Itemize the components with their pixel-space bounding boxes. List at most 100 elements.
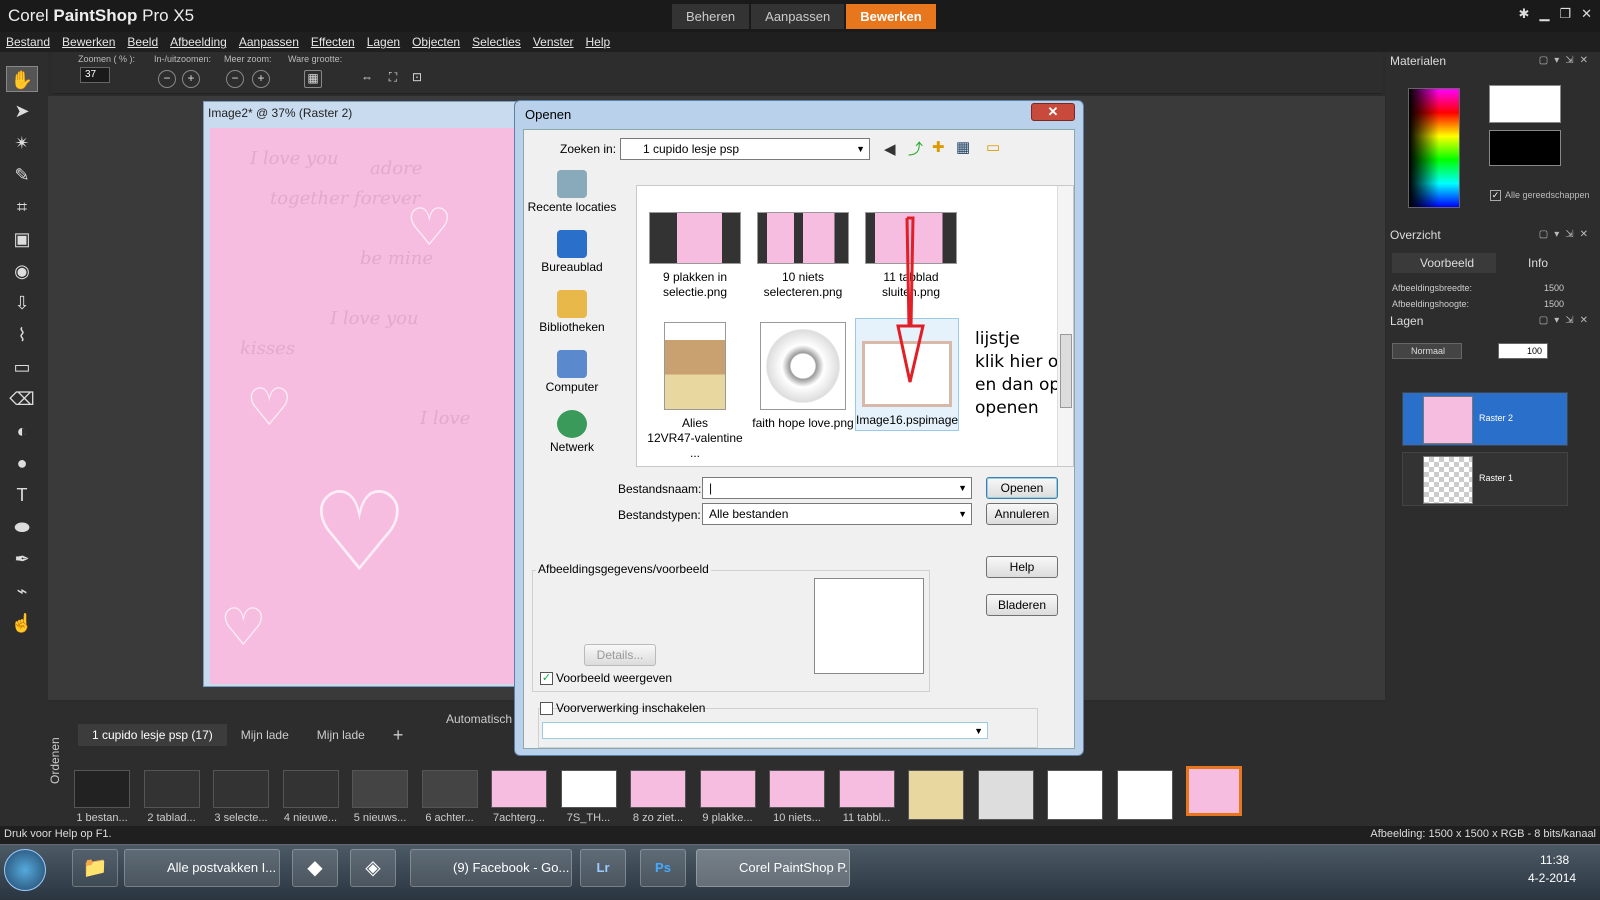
- fit-window-icon[interactable]: ⇔: [358, 70, 376, 88]
- new-folder-icon[interactable]: ✚: [932, 138, 945, 156]
- text-tool-icon[interactable]: T: [6, 482, 38, 508]
- file-list-scrollbar[interactable]: [1057, 186, 1073, 466]
- file-item[interactable]: 10 niets selecteren.png: [751, 212, 855, 300]
- browse-button[interactable]: Bladeren: [986, 594, 1058, 616]
- flood-fill-icon[interactable]: ◐: [6, 418, 38, 444]
- place-libraries[interactable]: Bibliotheken: [524, 290, 620, 334]
- red-eye-icon[interactable]: ◉: [6, 258, 38, 284]
- menu-venster[interactable]: Venster: [527, 32, 580, 52]
- foreground-swatch[interactable]: [1489, 85, 1561, 123]
- layer-row[interactable]: Raster 2: [1402, 392, 1568, 446]
- more-zoom-out-icon[interactable]: −: [226, 70, 244, 88]
- more-zoom-in-icon[interactable]: +: [252, 70, 270, 88]
- restore-icon[interactable]: ❐: [1559, 6, 1571, 22]
- place-recent[interactable]: Recente locaties: [524, 170, 620, 214]
- magic-wand-icon[interactable]: ✴: [6, 130, 38, 156]
- image-window[interactable]: Image2* @ 37% (Raster 2) I love you toge…: [203, 101, 525, 687]
- paint-brush-icon[interactable]: ⌇: [6, 322, 38, 348]
- organizer-thumbnail[interactable]: [1047, 770, 1103, 820]
- close-icon[interactable]: ✕: [1581, 6, 1592, 22]
- warp-brush-icon[interactable]: ⌁: [6, 578, 38, 604]
- menu-selecties[interactable]: Selecties: [466, 32, 527, 52]
- organizer-thumbnail[interactable]: [143, 770, 200, 808]
- pick-tool-icon[interactable]: ➤: [6, 98, 38, 124]
- dropper-icon[interactable]: ✎: [6, 162, 38, 188]
- taskbar-app-icon[interactable]: ◈: [350, 849, 396, 887]
- file-item[interactable]: 9 plakken in selectie.png: [643, 212, 747, 300]
- preset-shape-icon[interactable]: ⬬: [6, 514, 38, 540]
- menu-lagen[interactable]: Lagen: [361, 32, 406, 52]
- cancel-button[interactable]: Annuleren: [986, 503, 1058, 525]
- organizer-thumbnail[interactable]: [1186, 766, 1242, 816]
- taskbar-app-icon[interactable]: ◆: [292, 849, 338, 887]
- explorer-icon[interactable]: 📁: [72, 849, 118, 887]
- organizer-thumbnail[interactable]: [352, 770, 408, 808]
- back-icon[interactable]: ◀: [884, 140, 896, 158]
- place-network[interactable]: Netwerk: [524, 410, 620, 454]
- organizer-thumbnail[interactable]: [699, 770, 756, 808]
- file-item[interactable]: Alies 12VR47-valentine ...: [643, 322, 747, 461]
- organizer-thumbnail[interactable]: [560, 770, 617, 808]
- menu-objecten[interactable]: Objecten: [406, 32, 466, 52]
- show-preview-checkbox[interactable]: ✓: [540, 672, 553, 685]
- place-desktop[interactable]: Bureaublad: [524, 230, 620, 274]
- color-picker[interactable]: [1408, 88, 1460, 208]
- help-button[interactable]: Help: [986, 556, 1058, 578]
- view-menu-icon[interactable]: ▦: [956, 138, 970, 156]
- minimize-icon[interactable]: ▁: [1539, 6, 1549, 22]
- preprocess-select[interactable]: ▼: [542, 722, 988, 739]
- tab-info[interactable]: Info: [1498, 253, 1564, 273]
- pen-tool-icon[interactable]: ✒: [6, 546, 38, 572]
- actual-size-icon[interactable]: ▦: [304, 70, 322, 88]
- preprocess-checkbox[interactable]: [540, 702, 553, 715]
- tab-preview[interactable]: Voorbeeld: [1392, 253, 1496, 273]
- organizer-thumbnail[interactable]: [213, 770, 269, 808]
- clone-tool-icon[interactable]: ⇩: [6, 290, 38, 316]
- taskbar-chrome[interactable]: (9) Facebook - Go...: [410, 849, 572, 887]
- taskbar-mail[interactable]: Alle postvakken I...: [124, 849, 280, 887]
- settings-icon[interactable]: ✱: [1519, 6, 1530, 22]
- tab-my-tray-2[interactable]: Mijn lade: [303, 724, 379, 746]
- organizer-thumbnail[interactable]: [1116, 770, 1173, 820]
- menu-afbeelding[interactable]: Afbeelding: [164, 32, 233, 52]
- picture-tube-icon[interactable]: ▭: [6, 354, 38, 380]
- menu-aanpassen[interactable]: Aanpassen: [233, 32, 305, 52]
- zoom-input[interactable]: 37: [80, 67, 110, 83]
- all-tools-checkbox[interactable]: ✓: [1490, 190, 1501, 201]
- fit-screen-icon[interactable]: ⊡: [408, 70, 426, 88]
- menu-bestand[interactable]: Bestand: [0, 32, 56, 52]
- background-swatch[interactable]: [1489, 130, 1561, 166]
- organizer-thumbnail[interactable]: [630, 770, 686, 808]
- file-item[interactable]: faith hope love.png: [751, 322, 855, 431]
- image-canvas[interactable]: I love you together forever be mine kiss…: [210, 128, 520, 684]
- open-button[interactable]: Openen: [986, 477, 1058, 499]
- tab-my-tray-1[interactable]: Mijn lade: [227, 724, 303, 746]
- organizer-thumbnail[interactable]: [908, 770, 964, 820]
- zoom-in-icon[interactable]: +: [182, 70, 200, 88]
- organizer-thumbnail[interactable]: [977, 770, 1034, 820]
- pan-tool-icon[interactable]: ✋: [6, 66, 38, 92]
- favorites-folder-icon[interactable]: ▭: [986, 138, 1000, 156]
- taskbar-photoshop[interactable]: Ps: [640, 849, 686, 887]
- smudge-icon[interactable]: ☝: [6, 610, 38, 636]
- menu-effecten[interactable]: Effecten: [305, 32, 361, 52]
- blend-mode-select[interactable]: Normaal: [1392, 343, 1462, 359]
- color-replacer-icon[interactable]: ●: [6, 450, 38, 476]
- eraser-icon[interactable]: ⌫: [6, 386, 38, 412]
- tab-aanpassen[interactable]: Aanpassen: [751, 4, 845, 29]
- start-button[interactable]: [4, 849, 46, 891]
- organizer-thumbnail[interactable]: [74, 770, 130, 808]
- straighten-icon[interactable]: ▣: [6, 226, 38, 252]
- organizer-thumbnail[interactable]: [838, 770, 895, 808]
- menu-beeld[interactable]: Beeld: [121, 32, 164, 52]
- organizer-thumbnail[interactable]: [282, 770, 339, 808]
- organizer-thumbnail[interactable]: [491, 770, 547, 808]
- organizer-thumbnail[interactable]: [769, 770, 825, 808]
- filename-input[interactable]: | ▼: [702, 477, 972, 499]
- up-folder-icon[interactable]: ⤴: [908, 138, 923, 159]
- taskbar-paintshop[interactable]: Corel PaintShop P...: [696, 849, 850, 887]
- menu-help[interactable]: Help: [580, 32, 617, 52]
- crop-tool-icon[interactable]: ⌗: [6, 194, 38, 220]
- opacity-input[interactable]: 100: [1498, 343, 1548, 359]
- dialog-close-button[interactable]: ✕: [1031, 103, 1075, 121]
